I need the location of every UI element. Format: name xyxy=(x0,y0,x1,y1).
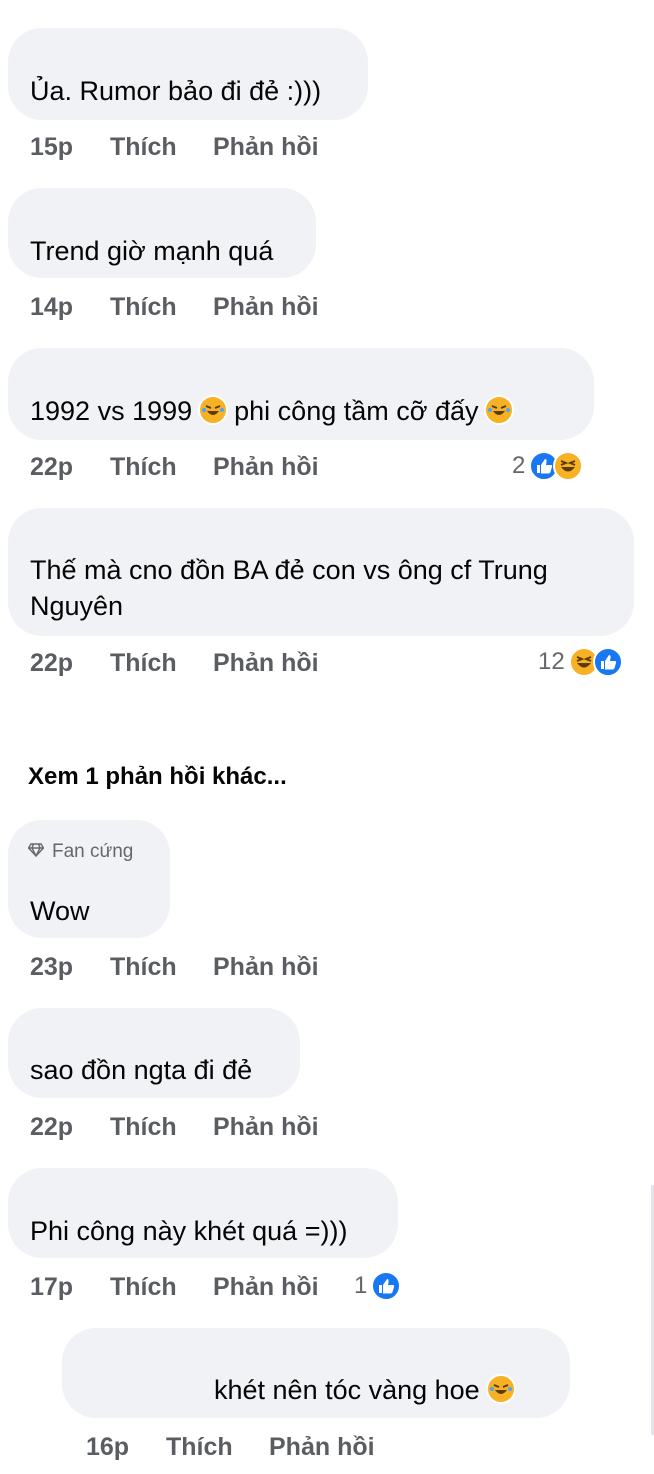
reply-button[interactable]: Phản hồi xyxy=(213,127,319,167)
comment-time: 16p xyxy=(86,1433,130,1461)
rolling-laughing-emoji-icon xyxy=(198,394,229,425)
like-icon xyxy=(592,647,623,677)
comment-text-part-1: 1992 vs 1999 xyxy=(30,396,193,426)
reply-button[interactable]: Phản hồi xyxy=(213,947,319,987)
comment-text: Wow xyxy=(30,896,90,926)
like-button[interactable]: Thích xyxy=(166,1427,233,1467)
haha-icon xyxy=(553,451,584,481)
comment-bubble: sao đồn ngta đi đẻ xyxy=(8,1008,300,1098)
reply-button[interactable]: Phản hồi xyxy=(213,1267,319,1307)
reply-button[interactable]: Phản hồi xyxy=(269,1427,375,1467)
reaction-summary[interactable]: 1 xyxy=(354,1266,402,1306)
comment-time: 23p xyxy=(30,953,74,981)
like-button[interactable]: Thích xyxy=(110,127,177,167)
comment-time: 14p xyxy=(30,293,74,321)
like-icon xyxy=(371,1271,402,1301)
diamond-icon xyxy=(27,834,45,870)
comment-text: Trend giờ mạnh quá xyxy=(30,236,274,266)
reply-button[interactable]: Phản hồi xyxy=(213,287,319,327)
comment-time: 15p xyxy=(30,133,74,161)
comment-text: khét nên tóc vàng hoe xyxy=(214,1375,480,1405)
comment-bubble: Trend giờ mạnh quá xyxy=(8,188,316,278)
comment-time: 22p xyxy=(30,453,74,481)
comment-bubble: khét nên tóc vàng hoe xyxy=(62,1328,570,1418)
comment-text: Ủa. Rumor bảo đi đẻ :))) xyxy=(30,76,322,106)
comment-bubble: Ủa. Rumor bảo đi đẻ :))) xyxy=(8,28,368,120)
comment-bubble: Phi công này khét quá =))) xyxy=(8,1168,398,1258)
reaction-count: 2 xyxy=(512,452,526,479)
reaction-count: 12 xyxy=(538,648,565,675)
comment-text: Thế mà cno đồn BA đẻ con vs ông cf Trung… xyxy=(30,555,548,621)
reply-button[interactable]: Phản hồi xyxy=(213,1107,319,1147)
like-button[interactable]: Thích xyxy=(110,1107,177,1147)
comment-bubble: Thế mà cno đồn BA đẻ con vs ông cf Trung… xyxy=(8,508,634,636)
like-button[interactable]: Thích xyxy=(110,287,177,327)
like-button[interactable]: Thích xyxy=(110,447,177,487)
reply-button[interactable]: Phản hồi xyxy=(213,447,319,487)
view-more-replies-link[interactable]: Xem 1 phản hồi khác... xyxy=(28,763,287,791)
comment-bubble: 1992 vs 1999 phi công tầm cỡ đấy xyxy=(8,348,594,440)
reaction-count: 1 xyxy=(354,1272,368,1299)
like-button[interactable]: Thích xyxy=(110,643,177,683)
comment-text-part-2: phi công tầm cỡ đấy xyxy=(234,396,479,426)
top-fan-badge: Fan cứng xyxy=(52,841,134,862)
rolling-laughing-emoji-icon xyxy=(485,1373,516,1404)
like-button[interactable]: Thích xyxy=(110,947,177,987)
comment-time: 22p xyxy=(30,649,74,677)
reaction-summary[interactable]: 2 xyxy=(512,446,584,486)
comment-text: sao đồn ngta đi đẻ xyxy=(30,1055,253,1085)
comment-time: 17p xyxy=(30,1273,74,1301)
like-button[interactable]: Thích xyxy=(110,1267,177,1307)
rolling-laughing-emoji-icon xyxy=(484,394,515,425)
comment-bubble: Fan cứng Wow xyxy=(8,820,170,938)
reply-button[interactable]: Phản hồi xyxy=(213,643,319,683)
reaction-summary[interactable]: 12 xyxy=(538,642,623,682)
comment-time: 22p xyxy=(30,1113,74,1141)
comment-text: Phi công này khét quá =))) xyxy=(30,1216,348,1246)
